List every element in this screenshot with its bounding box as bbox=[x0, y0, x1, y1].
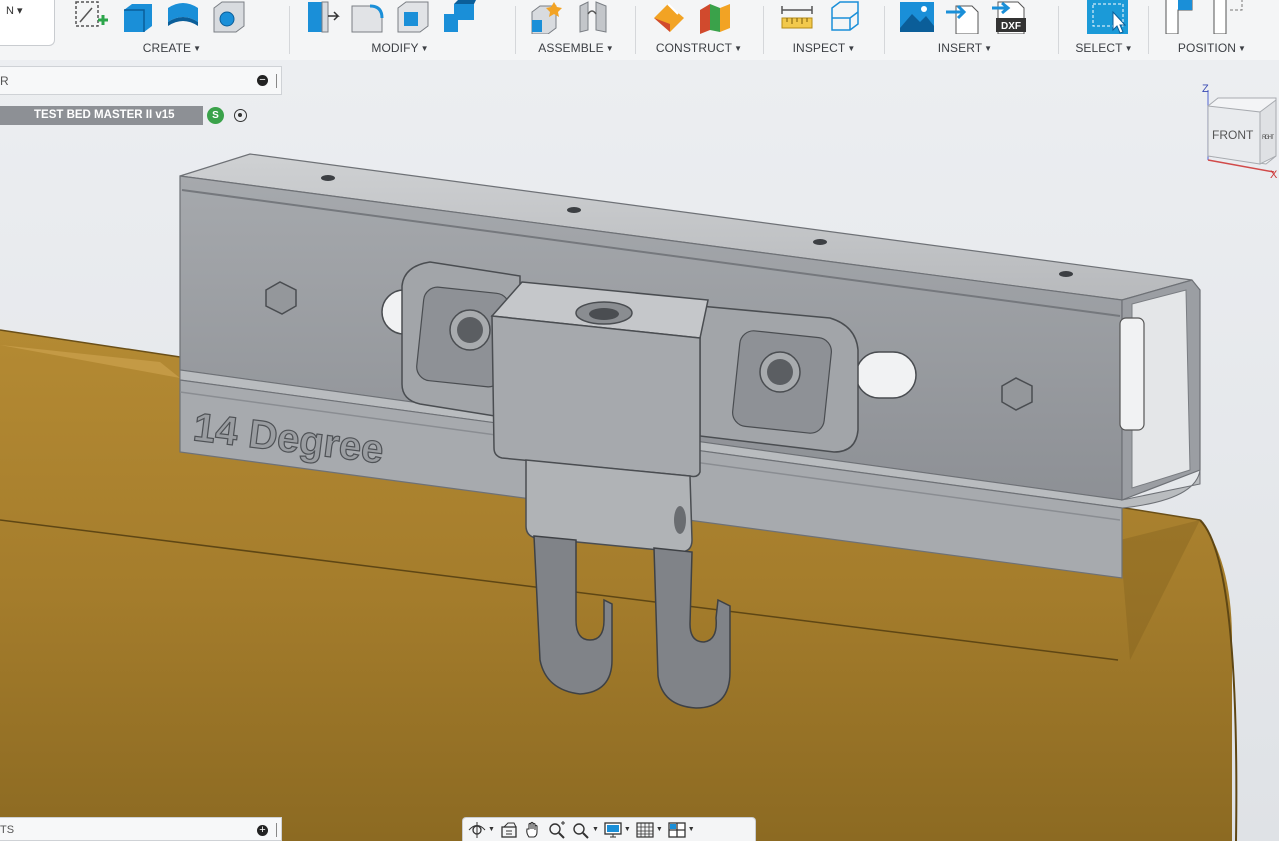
fit-icon bbox=[573, 822, 589, 839]
panel-divider bbox=[276, 823, 277, 837]
comments-title: TS bbox=[0, 824, 15, 836]
revert-position-icon[interactable] bbox=[1208, 0, 1246, 34]
zoom-button[interactable] bbox=[547, 819, 567, 841]
joint-icon[interactable] bbox=[574, 0, 612, 34]
workspace-caret: N ▾ bbox=[6, 5, 23, 17]
orbit-icon bbox=[468, 821, 486, 838]
display-settings-icon bbox=[604, 821, 622, 837]
insert-label[interactable]: INSERT bbox=[938, 41, 982, 55]
navigation-bar: ▼ ▼ ▼ ▼ ▼ bbox=[462, 817, 756, 841]
viewcube-right-face[interactable]: RIGHT bbox=[1262, 135, 1274, 141]
construct-caret-icon[interactable]: ▼ bbox=[734, 44, 742, 53]
measure-icon[interactable] bbox=[778, 0, 816, 34]
create-label[interactable]: CREATE bbox=[143, 41, 191, 55]
assemble-caret-icon[interactable]: ▼ bbox=[606, 44, 614, 53]
browser-document-row[interactable]: TEST BED MASTER II v15 S bbox=[0, 104, 260, 126]
pan-button[interactable] bbox=[523, 819, 543, 841]
display-settings-button[interactable]: ▼ bbox=[603, 819, 631, 841]
create-caret-icon[interactable]: ▼ bbox=[193, 44, 201, 53]
assemble-group: ASSEMBLE ▼ bbox=[528, 0, 624, 60]
modify-caret-icon[interactable]: ▼ bbox=[421, 44, 429, 53]
viewports-icon bbox=[668, 821, 686, 838]
ribbon-separator bbox=[884, 6, 885, 54]
construct-label[interactable]: CONSTRUCT bbox=[656, 41, 732, 55]
ribbon-toolbar: N ▾ CREATE ▼ MODIFY ▼ ASSEMBLE ▼ CONSTRU… bbox=[0, 0, 1279, 61]
create-group: CREATE ▼ bbox=[72, 0, 280, 60]
ribbon-separator bbox=[635, 6, 636, 54]
assemble-label[interactable]: ASSEMBLE bbox=[538, 41, 604, 55]
grid-icon bbox=[636, 821, 654, 838]
insert-derive-icon[interactable] bbox=[944, 0, 982, 34]
ribbon-separator bbox=[289, 6, 290, 54]
section-analysis-icon[interactable] bbox=[824, 0, 862, 34]
inspect-group: INSPECT ▼ bbox=[778, 0, 870, 60]
viewcube[interactable]: Z X FRONT RIGHT bbox=[1196, 76, 1279, 186]
select-group: SELECT ▼ bbox=[1070, 0, 1138, 60]
extrude-icon[interactable] bbox=[118, 0, 156, 34]
orbit-dropdown-icon[interactable]: ▼ bbox=[488, 826, 495, 833]
ribbon-separator bbox=[515, 6, 516, 54]
panel-divider bbox=[276, 74, 277, 88]
pan-icon bbox=[526, 821, 538, 838]
position-label[interactable]: POSITION bbox=[1178, 41, 1236, 55]
insert-canvas-icon[interactable] bbox=[898, 0, 936, 34]
viewcube-front-face[interactable]: FRONT bbox=[1212, 128, 1254, 142]
look-at-icon bbox=[501, 822, 517, 838]
insert-caret-icon[interactable]: ▼ bbox=[984, 44, 992, 53]
zoom-icon bbox=[549, 820, 565, 839]
hole-icon[interactable] bbox=[210, 0, 248, 34]
inspect-caret-icon[interactable]: ▼ bbox=[847, 44, 855, 53]
comments-panel[interactable]: TS + bbox=[0, 817, 282, 841]
orbit-button[interactable]: ▼ bbox=[467, 819, 495, 841]
add-comment-icon[interactable]: + bbox=[257, 825, 268, 836]
midplane-icon[interactable] bbox=[696, 0, 734, 34]
shell-icon[interactable] bbox=[394, 0, 432, 34]
ribbon-separator bbox=[763, 6, 764, 54]
press-pull-icon[interactable] bbox=[302, 0, 340, 34]
insert-group: DXF INSERT ▼ bbox=[898, 0, 1048, 60]
browser-title: R bbox=[0, 74, 9, 88]
dxf-text: DXF bbox=[1001, 21, 1021, 32]
inspect-label[interactable]: INSPECT bbox=[793, 41, 846, 55]
insert-dxf-icon[interactable]: DXF bbox=[990, 0, 1028, 34]
modify-group: MODIFY ▼ bbox=[302, 0, 504, 60]
fillet-icon[interactable] bbox=[348, 0, 386, 34]
axis-z-label: Z bbox=[1202, 83, 1209, 95]
saved-badge[interactable]: S bbox=[207, 107, 224, 124]
document-name[interactable]: TEST BED MASTER II v15 bbox=[0, 106, 203, 125]
sketch-icon[interactable] bbox=[72, 0, 110, 34]
ribbon-separator bbox=[1058, 6, 1059, 54]
grid-dropdown-icon[interactable]: ▼ bbox=[656, 826, 663, 833]
viewports-dropdown-icon[interactable]: ▼ bbox=[688, 826, 695, 833]
look-at-button[interactable] bbox=[499, 819, 519, 841]
fit-button[interactable]: ▼ bbox=[571, 819, 599, 841]
viewports-button[interactable]: ▼ bbox=[667, 819, 695, 841]
combine-icon[interactable] bbox=[440, 0, 478, 34]
modify-label[interactable]: MODIFY bbox=[371, 41, 418, 55]
select-label[interactable]: SELECT bbox=[1075, 41, 1122, 55]
capture-position-icon[interactable] bbox=[1162, 0, 1200, 34]
model-viewport[interactable]: 14 Degree bbox=[0, 60, 1279, 841]
position-caret-icon[interactable]: ▼ bbox=[1238, 44, 1246, 53]
fit-dropdown-icon[interactable]: ▼ bbox=[592, 826, 599, 833]
position-group: POSITION ▼ bbox=[1162, 0, 1262, 60]
construct-group: CONSTRUCT ▼ bbox=[650, 0, 748, 60]
revolve-icon[interactable] bbox=[164, 0, 202, 34]
browser-panel-header[interactable]: R − bbox=[0, 66, 282, 95]
ribbon-separator bbox=[1148, 6, 1149, 54]
axis-x-label: X bbox=[1270, 169, 1278, 181]
display-settings-dropdown-icon[interactable]: ▼ bbox=[624, 826, 631, 833]
select-icon[interactable] bbox=[1080, 0, 1128, 34]
workspace-switcher[interactable]: N ▾ bbox=[0, 0, 55, 46]
grid-button[interactable]: ▼ bbox=[635, 819, 663, 841]
offset-plane-icon[interactable] bbox=[650, 0, 688, 34]
select-caret-icon[interactable]: ▼ bbox=[1125, 44, 1133, 53]
visibility-radio-icon[interactable] bbox=[234, 109, 247, 122]
collapse-icon[interactable]: − bbox=[257, 75, 268, 86]
new-component-icon[interactable] bbox=[528, 0, 566, 34]
